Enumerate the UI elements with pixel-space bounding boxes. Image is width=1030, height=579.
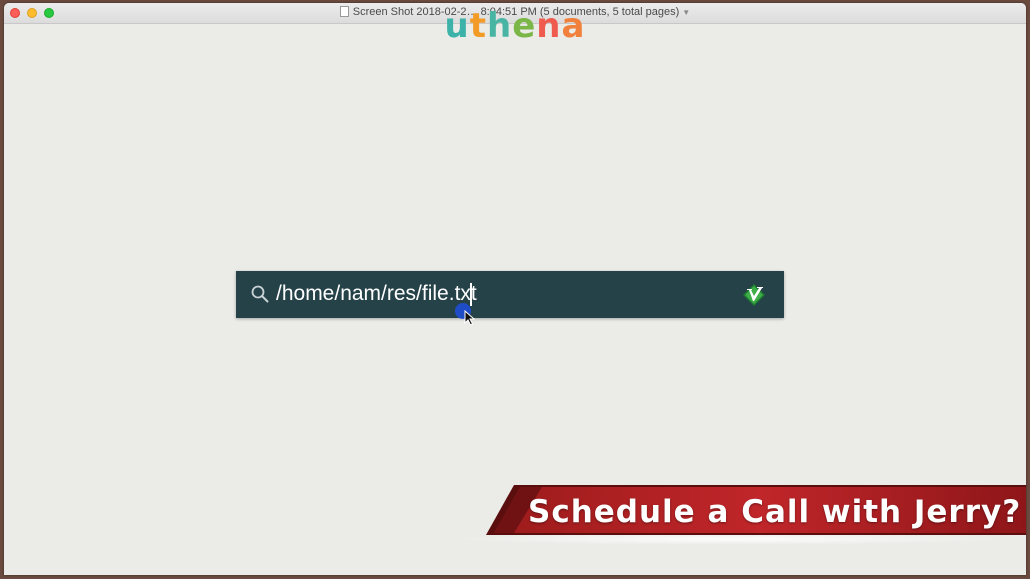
spotlight-search-bar[interactable] <box>236 271 784 318</box>
logo-letter: n <box>536 6 562 46</box>
logo-letter: u <box>444 6 470 46</box>
logo-letter: h <box>487 6 513 46</box>
logo-letter: a <box>561 6 586 46</box>
mouse-pointer-icon <box>464 310 476 326</box>
vim-icon <box>743 284 765 306</box>
logo-letter: e <box>512 6 537 46</box>
text-caret <box>470 283 472 306</box>
logo-letter: t <box>469 6 488 46</box>
uthena-logo: uthena <box>4 7 1026 45</box>
magnifier-icon <box>251 285 269 303</box>
schedule-call-banner[interactable]: Schedule a Call with Jerry? <box>528 490 1022 534</box>
search-input[interactable] <box>276 279 716 309</box>
